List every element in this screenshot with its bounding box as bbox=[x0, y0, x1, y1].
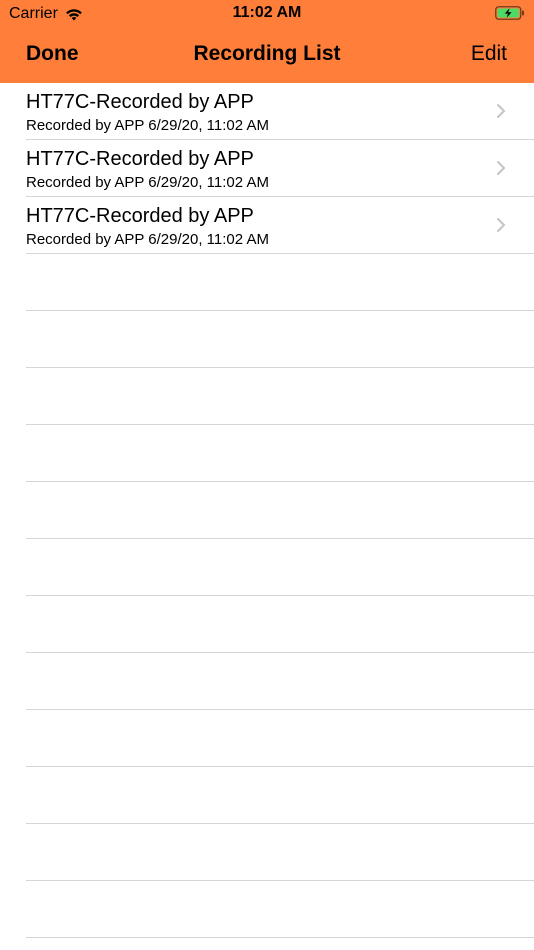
status-bar: Carrier 11:02 AM bbox=[0, 0, 534, 28]
empty-row bbox=[0, 539, 534, 596]
list-item[interactable]: HT77C-Recorded by APP Recorded by APP 6/2… bbox=[0, 140, 534, 197]
row-separator bbox=[26, 937, 534, 938]
empty-row bbox=[0, 710, 534, 767]
recording-subtitle: Recorded by APP 6/29/20, 11:02 AM bbox=[26, 174, 269, 191]
edit-button[interactable]: Edit bbox=[471, 42, 507, 66]
empty-row bbox=[0, 482, 534, 539]
empty-row bbox=[0, 767, 534, 824]
recording-list: HT77C-Recorded by APP Recorded by APP 6/2… bbox=[0, 83, 534, 938]
page-title: Recording List bbox=[193, 42, 341, 65]
empty-row bbox=[0, 596, 534, 653]
chevron-right-icon bbox=[497, 104, 505, 118]
recording-title: HT77C-Recorded by APP bbox=[26, 205, 254, 227]
empty-row bbox=[0, 254, 534, 311]
top-bar: Carrier 11:02 AM Done Recording List Edi… bbox=[0, 0, 534, 83]
recording-subtitle: Recorded by APP 6/29/20, 11:02 AM bbox=[26, 117, 269, 134]
status-time: 11:02 AM bbox=[232, 4, 302, 21]
empty-row bbox=[0, 881, 534, 938]
recording-title: HT77C-Recorded by APP bbox=[26, 148, 254, 170]
list-item[interactable]: HT77C-Recorded by APP Recorded by APP 6/2… bbox=[0, 197, 534, 254]
empty-row bbox=[0, 653, 534, 710]
empty-row bbox=[0, 425, 534, 482]
battery-charging-icon bbox=[495, 6, 524, 20]
recording-subtitle: Recorded by APP 6/29/20, 11:02 AM bbox=[26, 231, 269, 248]
chevron-right-icon bbox=[497, 161, 505, 175]
recording-title: HT77C-Recorded by APP bbox=[26, 91, 254, 113]
chevron-right-icon bbox=[497, 218, 505, 232]
recording-list-screen: Carrier 11:02 AM Done Recording List Edi… bbox=[0, 0, 534, 950]
empty-row bbox=[0, 368, 534, 425]
empty-row bbox=[0, 311, 534, 368]
navigation-bar: Done Recording List Edit bbox=[0, 28, 534, 83]
empty-row bbox=[0, 824, 534, 881]
list-item[interactable]: HT77C-Recorded by APP Recorded by APP 6/2… bbox=[0, 83, 534, 140]
